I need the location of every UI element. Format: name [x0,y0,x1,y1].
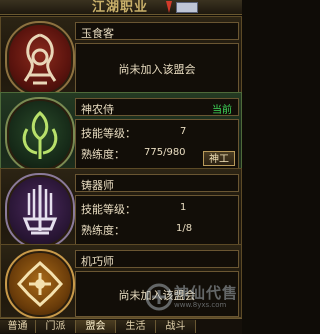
profession-card-zhuqishi[interactable]: 铸器师 技能等级： 1 熟练度： 1/8 [0,168,242,250]
profession-card-yushike[interactable]: 玉食客 尚未加入该盟会 [0,16,242,98]
proficiency-label: 熟练度： [81,148,125,161]
shennongshi-emblem-icon [5,97,75,173]
tab-alliance[interactable]: 盟会 [76,320,116,333]
yushike-info-box: 尚未加入该盟会 [75,43,239,93]
proficiency-label: 熟练度： [81,224,125,237]
zhuqishi-info-box: 技能等级： 1 熟练度： 1/8 [75,195,239,245]
zhuqishi-title-box: 铸器师 [75,174,239,192]
cursor-icon [166,1,172,13]
shennongshi-info-box: 技能等级： 7 熟练度： 775/980 神工 [75,119,239,169]
yushike-name: 玉食客 [81,27,114,40]
jiqiaoshi-status: 尚未加入该盟会 [118,289,196,302]
shennongshi-title-box: 神农侍 当前 [75,98,239,116]
shengong-button[interactable]: 神工 [203,151,235,166]
zhuqishi-emblem-icon [5,173,75,249]
skill-level-value: 7 [180,126,187,137]
window-header: 江湖职业 [0,0,242,15]
tab-combat[interactable]: 战斗 [156,320,196,333]
tab-life[interactable]: 生活 [116,320,156,333]
tab-bar: 普通 门派 盟会 生活 战斗 [0,318,242,334]
yushike-emblem-icon [5,21,75,97]
skill-level-value: 1 [180,202,187,213]
tab-general[interactable]: 普通 [0,320,36,333]
shennongshi-name: 神农侍 [81,103,114,116]
jiqiaoshi-title-box: 机巧师 [75,250,239,268]
jiqiaoshi-name: 机巧师 [81,255,114,268]
yushike-status: 尚未加入该盟会 [118,63,196,76]
profession-card-jiqiaoshi[interactable]: 机巧师 尚未加入该盟会 [0,244,242,319]
proficiency-value: 1/8 [176,223,193,234]
current-badge: 当前 [212,105,232,116]
tab-sect[interactable]: 门派 [36,320,76,333]
header-tab-icon[interactable] [176,2,198,13]
yushike-title-box: 玉食客 [75,22,239,40]
proficiency-value: 775/980 [144,147,186,158]
window-title: 江湖职业 [92,0,149,15]
profession-card-shennongshi[interactable]: 神农侍 当前 技能等级： 7 熟练度： 775/980 神工 [0,92,242,174]
jiqiaoshi-info-box: 尚未加入该盟会 [75,271,239,317]
jiqiaoshi-emblem-icon [5,249,75,319]
zhuqishi-name: 铸器师 [81,179,114,192]
skill-level-label: 技能等级： [81,203,136,216]
skill-level-label: 技能等级： [81,127,136,140]
